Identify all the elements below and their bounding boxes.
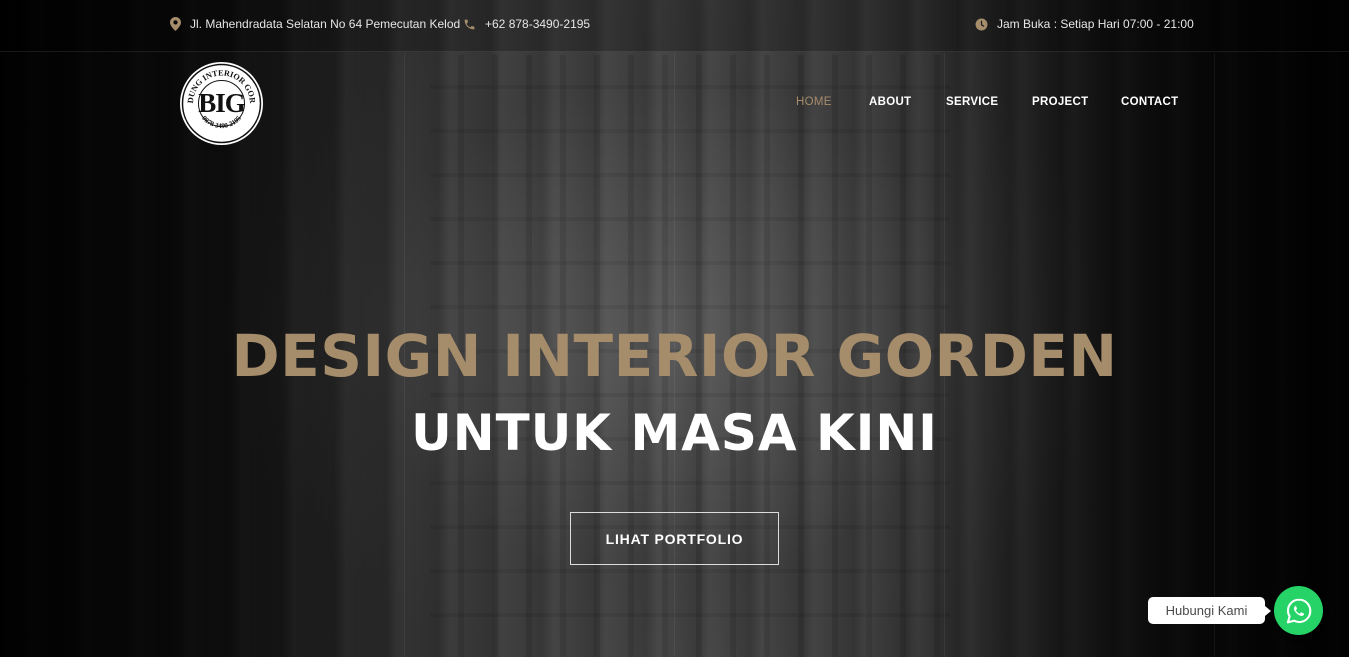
phone-icon bbox=[464, 19, 475, 29]
nav-item-service[interactable]: SERVICE bbox=[946, 96, 998, 108]
main-navigation: HOME ABOUT SERVICE PROJECT CONTACT bbox=[0, 96, 1349, 112]
top-info-bar: Jl. Mahendradata Selatan No 64 Pemecutan… bbox=[0, 0, 1349, 52]
topbar-hours: Jam Buka : Setiap Hari 07:00 - 21:00 bbox=[975, 17, 1194, 31]
whatsapp-button[interactable] bbox=[1274, 586, 1323, 635]
portfolio-button-label: LIHAT PORTFOLIO bbox=[605, 530, 744, 547]
portfolio-button[interactable]: LIHAT PORTFOLIO bbox=[570, 512, 779, 565]
topbar-address: Jl. Mahendradata Selatan No 64 Pemecutan… bbox=[170, 17, 460, 31]
hours-text: Jam Buka : Setiap Hari 07:00 - 21:00 bbox=[997, 17, 1194, 31]
hero-subtitle: UNTUK MASA KINI bbox=[411, 404, 938, 462]
map-pin-icon bbox=[170, 17, 181, 31]
nav-item-about[interactable]: ABOUT bbox=[869, 96, 911, 108]
hero-title: DESIGN INTERIOR GORDEN bbox=[231, 322, 1118, 390]
whatsapp-bubble-label: Hubungi Kami bbox=[1165, 603, 1248, 618]
topbar-phone[interactable]: +62 878-3490-2195 bbox=[463, 17, 590, 31]
nav-item-project[interactable]: PROJECT bbox=[1032, 96, 1088, 108]
clock-icon bbox=[975, 18, 988, 30]
nav-item-home[interactable]: HOME bbox=[796, 96, 832, 108]
nav-item-contact[interactable]: CONTACT bbox=[1121, 96, 1178, 108]
phone-text: +62 878-3490-2195 bbox=[485, 17, 591, 31]
whatsapp-icon bbox=[1286, 598, 1311, 623]
whatsapp-chat-bubble[interactable]: Hubungi Kami bbox=[1148, 597, 1271, 624]
address-text: Jl. Mahendradata Selatan No 64 Pemecutan… bbox=[190, 17, 461, 31]
